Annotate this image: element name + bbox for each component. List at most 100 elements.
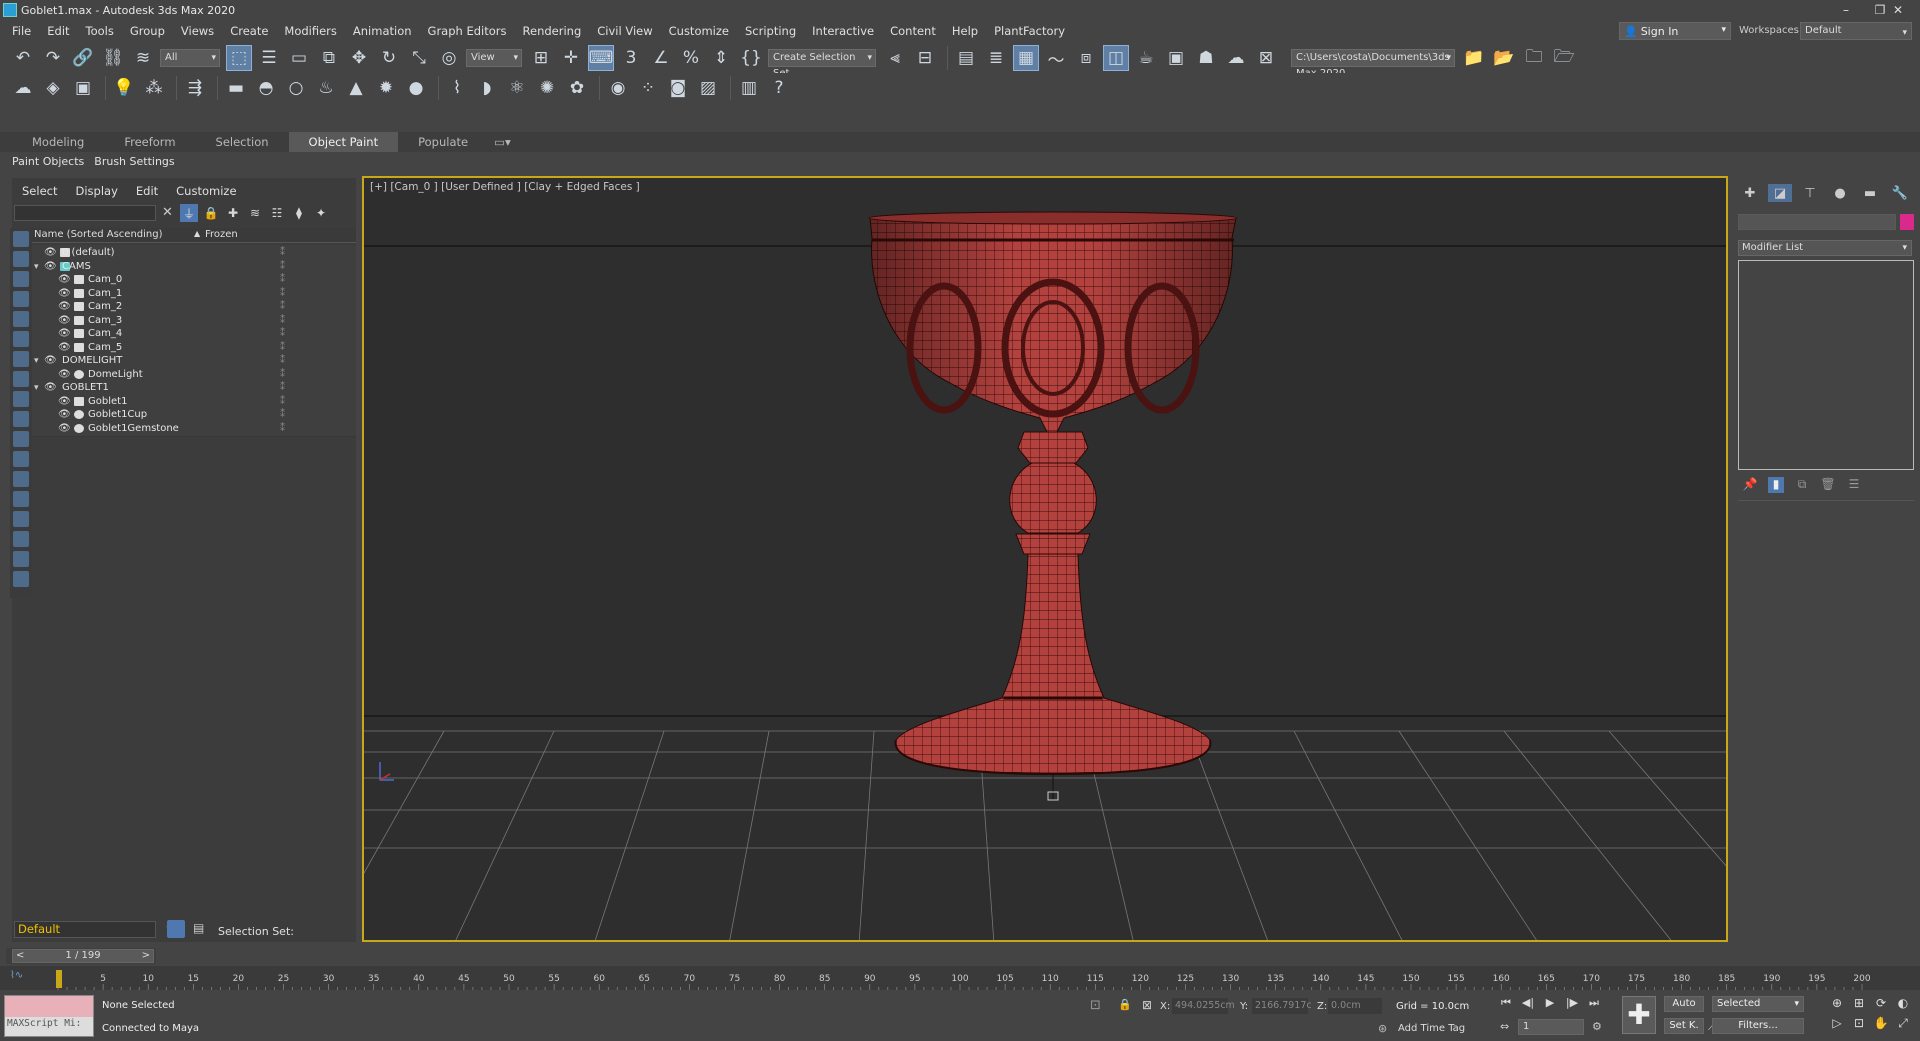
schematic-view-icon[interactable]: ⧈ [1073,45,1099,71]
explorer-filter-icon[interactable] [13,271,29,287]
explorer-filter-icon[interactable] [13,471,29,487]
geosphere-icon[interactable]: ● [403,75,429,101]
z-coordinate[interactable]: 0.0cm [1328,998,1382,1014]
visibility-eye-icon[interactable]: 👁 [58,421,71,437]
modifier-stack[interactable] [1738,260,1914,470]
explorer-filter-icon[interactable] [13,311,29,327]
explorer-filter-icon[interactable] [13,251,29,267]
select-by-name-icon[interactable]: ☰ [256,45,282,71]
key-selection-dropdown[interactable]: Selected ▾ [1712,996,1804,1012]
massfx-icon[interactable]: ⚛ [504,75,530,101]
toggle-layer-explorer-icon[interactable]: ≣ [983,45,1009,71]
utilities-tab-icon[interactable]: 🔧 [1888,184,1912,202]
undo-icon[interactable]: ↶ [10,45,36,71]
explorer-filter-icon[interactable] [13,331,29,347]
time-slider-handle[interactable]: < 1 / 199 > [12,949,154,963]
scene-tree-row[interactable]: 👁 Goblet1Gemstone ⁑ [32,420,356,437]
arnold-icon[interactable]: ◙ [665,75,691,101]
menu-animation[interactable]: Animation [345,20,420,42]
render-layers-icon[interactable]: ▨ [695,75,721,101]
render-production-icon[interactable]: ☗ [1193,45,1219,71]
cloth-icon[interactable]: ◗ [474,75,500,101]
network-icon[interactable]: ✺ [534,75,560,101]
render-in-cloud-icon[interactable]: ☁ [1223,45,1249,71]
hair-icon[interactable]: ⌇ [444,75,470,101]
add-time-tag[interactable]: Add Time Tag [1398,1023,1465,1034]
menu-civil-view[interactable]: Civil View [589,20,660,42]
menu-scripting[interactable]: Scripting [737,20,804,42]
curve-editor-toggle-icon[interactable]: ⌇∿ [10,970,23,981]
select-object-icon[interactable]: ⬚ [226,45,252,71]
move-icon[interactable]: ✥ [346,45,372,71]
cone-icon[interactable]: ▲ [343,75,369,101]
y-coordinate[interactable]: 2166.7917c [1252,998,1312,1014]
hierarchy-tab-icon[interactable]: ⊤ [1798,184,1822,202]
sign-in-dropdown[interactable]: 👤 Sign In ▾ [1619,22,1731,40]
menu-tools[interactable]: Tools [78,20,122,42]
menu-views[interactable]: Views [173,20,222,42]
tab-modeling[interactable]: Modeling [12,132,104,152]
set-keys-icon[interactable]: ✚ [1622,996,1656,1034]
color-dots-icon[interactable]: ⁘ [635,75,661,101]
explorer-menu-display[interactable]: Display [75,184,117,198]
go-to-start-icon[interactable]: ⏮ [1496,996,1516,1012]
menu-content[interactable]: Content [882,20,944,42]
menu-plantfactory[interactable]: PlantFactory [986,20,1073,42]
close-button[interactable]: ✕ [1876,0,1920,20]
open-project-icon[interactable]: 📂 [1491,45,1517,71]
rect-selection-region-icon[interactable]: ▭ [286,45,312,71]
workspaces-dropdown[interactable]: Default ▾ [1800,22,1912,40]
layer-stack-icon[interactable]: ≋ [246,204,264,222]
explorer-filter-icon[interactable] [13,411,29,427]
material-editor-icon[interactable]: ◫ [1103,45,1129,71]
particle-icon[interactable]: ⁂ [141,75,167,101]
set-key-button[interactable]: Set K. [1664,1018,1704,1034]
mirror-icon[interactable]: ⫷ [882,45,908,71]
align-icon[interactable]: ⊟ [912,45,938,71]
rendered-frame-window-icon[interactable]: ▣ [1163,45,1189,71]
play-icon[interactable]: ▶ [1540,996,1560,1012]
explorer-filter-icon[interactable] [13,231,29,247]
tab-selection[interactable]: Selection [196,132,289,152]
zoom-icon[interactable]: ⊕ [1826,996,1848,1016]
keyboard-shortcut-override-icon[interactable]: ⌨ [588,45,614,71]
auto-key-button[interactable]: Auto [1664,996,1704,1012]
window-crossing-icon[interactable]: ⧉ [316,45,342,71]
filter-icon[interactable]: ⏚ [180,204,198,222]
menu-interactive[interactable]: Interactive [804,20,882,42]
next-frame-icon[interactable]: |▶ [1562,996,1582,1012]
explorer-filter-icon[interactable] [13,511,29,527]
current-frame-input[interactable]: 1 [1518,1019,1584,1035]
set-project-icon[interactable]: 🗁 [1551,45,1577,71]
project-folder-dropdown[interactable]: C:\Users\costa\Documents\3ds Max 2020 [1291,49,1455,79]
scene-states-icon[interactable]: ◈ [40,75,66,101]
make-unique-icon[interactable]: ⧉ [1794,477,1810,493]
explorer-filter-icon[interactable] [13,571,29,587]
maxscript-output[interactable] [5,996,93,1017]
maximize-viewport-icon[interactable]: ⤢ [1892,1016,1914,1036]
named-selection-dropdown[interactable]: Create Selection Set [768,49,876,79]
object-name-input[interactable] [1738,214,1896,230]
save-project-icon[interactable]: 🗀 [1521,45,1547,71]
remove-modifier-icon[interactable]: 🗑 [1820,477,1836,493]
scale-icon[interactable]: ⤡ [406,45,432,71]
frozen-toggle-icon[interactable]: ⁑ [280,421,285,437]
previous-frame-icon[interactable]: ◀| [1518,996,1538,1012]
add-layer-icon[interactable]: ✚ [224,204,242,222]
selection-set-icon[interactable]: ▤ [193,921,207,937]
zoom-all-icon[interactable]: ⊞ [1848,996,1870,1016]
toggle-ribbon-icon[interactable]: ▦ [1013,45,1039,71]
angle-snap-icon[interactable]: ∠ [648,45,674,71]
pivot-center-icon[interactable]: ⊞ [528,45,554,71]
menu-graph-editors[interactable]: Graph Editors [420,20,515,42]
selection-filter-dropdown[interactable]: All [160,49,220,67]
prev-frame-icon[interactable]: < [16,950,24,962]
menu-create[interactable]: Create [222,20,276,42]
column-frozen[interactable]: Frozen [205,229,238,240]
time-tag-icon[interactable]: ⊛ [1378,1022,1387,1035]
layer-explorer-icon[interactable] [167,920,185,938]
explorer-search-input[interactable] [14,205,156,221]
link-icon[interactable]: 🔗 [70,45,96,71]
tab-freeform[interactable]: Freeform [104,132,195,152]
show-end-result-icon[interactable]: ▮ [1768,477,1784,493]
